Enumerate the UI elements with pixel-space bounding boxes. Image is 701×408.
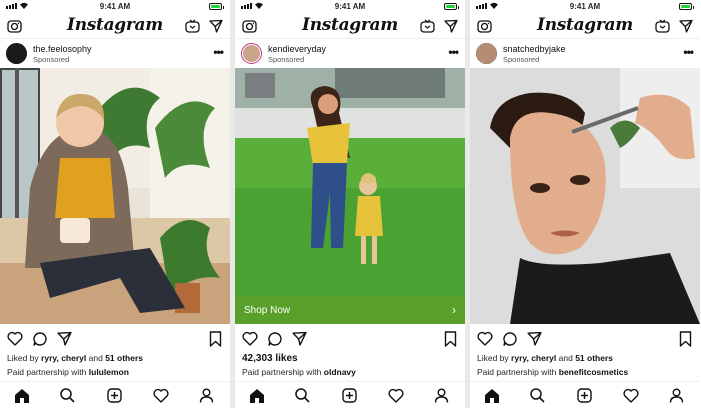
direct-message-icon[interactable] (444, 19, 458, 33)
post-photo[interactable] (0, 68, 230, 324)
status-time: 9:41 AM (569, 2, 601, 11)
phone-screen-2: 9:41 AM Instagram kendieveryday Sponsore… (235, 0, 465, 408)
shop-now-label: Shop Now (244, 305, 291, 316)
sponsored-label[interactable]: Sponsored (503, 55, 539, 64)
like-heart-icon[interactable] (242, 331, 258, 346)
post-photo[interactable] (470, 68, 700, 324)
status-time: 9:41 AM (99, 2, 131, 11)
comment-icon[interactable] (502, 331, 518, 347)
add-post-icon[interactable] (342, 388, 357, 403)
post-header: kendieveryday Sponsored ••• (235, 40, 465, 68)
bottom-tab-bar (0, 381, 230, 408)
comment-icon[interactable] (267, 331, 283, 347)
partner-name: lululemon (88, 367, 129, 377)
likes-count[interactable]: 42,303 likes (242, 353, 460, 364)
activity-heart-icon[interactable] (388, 388, 404, 403)
bookmark-icon[interactable] (209, 331, 222, 347)
profile-icon[interactable] (199, 388, 214, 403)
activity-heart-icon[interactable] (153, 388, 169, 403)
post-actions (0, 328, 230, 350)
bookmark-icon[interactable] (444, 331, 457, 347)
post-header: the.feelosophy Sponsored ••• (0, 40, 230, 68)
shop-now-button[interactable]: Shop Now › (235, 296, 465, 324)
igtv-icon[interactable] (420, 19, 435, 33)
home-icon[interactable] (484, 388, 500, 403)
like-heart-icon[interactable] (477, 331, 493, 346)
bottom-tab-bar (235, 381, 465, 408)
post-actions (235, 328, 465, 350)
status-bar: 9:41 AM (470, 0, 700, 13)
phone-screen-1: 9:41 AM Instagram the.feelosophy Sponsor… (0, 0, 230, 408)
top-navbar: Instagram (235, 13, 465, 39)
comment-icon[interactable] (32, 331, 48, 347)
partner-name: oldnavy (323, 367, 356, 377)
top-navbar: Instagram (470, 13, 700, 39)
post-header: snatchedbyjake Sponsored ••• (470, 40, 700, 68)
search-icon[interactable] (60, 388, 75, 403)
status-bar: 9:41 AM (0, 0, 230, 13)
liked-by-line[interactable]: Liked by ryry, cheryl and 51 others (477, 353, 695, 363)
post-username[interactable]: snatchedbyjake (503, 44, 566, 54)
battery-icon (209, 3, 224, 10)
igtv-icon[interactable] (185, 19, 200, 33)
partner-name: benefitcosmetics (558, 367, 629, 377)
direct-message-icon[interactable] (679, 19, 693, 33)
profile-icon[interactable] (434, 388, 449, 403)
profile-icon[interactable] (669, 388, 684, 403)
add-post-icon[interactable] (107, 388, 122, 403)
avatar[interactable] (476, 43, 497, 64)
post-photo[interactable] (235, 68, 465, 324)
top-navbar: Instagram (0, 13, 230, 39)
share-icon[interactable] (292, 331, 307, 346)
like-heart-icon[interactable] (7, 331, 23, 346)
chevron-right-icon: › (452, 303, 456, 317)
status-time: 9:41 AM (334, 2, 366, 11)
more-options-icon[interactable]: ••• (683, 46, 694, 58)
home-icon[interactable] (14, 388, 30, 403)
paid-partnership-line[interactable]: Paid partnership with benefitcosmetics (477, 367, 695, 377)
bottom-tab-bar (470, 381, 700, 408)
sponsored-label[interactable]: Sponsored (33, 55, 69, 64)
battery-icon (444, 3, 459, 10)
share-icon[interactable] (57, 331, 72, 346)
status-bar: 9:41 AM (235, 0, 465, 13)
paid-partnership-line[interactable]: Paid partnership with lululemon (7, 367, 225, 377)
battery-icon (679, 3, 694, 10)
add-post-icon[interactable] (577, 388, 592, 403)
share-icon[interactable] (527, 331, 542, 346)
post-username[interactable]: the.feelosophy (33, 44, 92, 54)
direct-message-icon[interactable] (209, 19, 223, 33)
search-icon[interactable] (295, 388, 310, 403)
search-icon[interactable] (530, 388, 545, 403)
avatar[interactable] (6, 43, 27, 64)
more-options-icon[interactable]: ••• (213, 46, 224, 58)
igtv-icon[interactable] (655, 19, 670, 33)
liked-by-line[interactable]: Liked by ryry, cheryl and 51 others (7, 353, 225, 363)
home-icon[interactable] (249, 388, 265, 403)
post-username[interactable]: kendieveryday (268, 44, 326, 54)
post-actions (470, 328, 700, 350)
phone-screen-3: 9:41 AM Instagram snatchedbyjake Sponsor… (470, 0, 700, 408)
paid-partnership-line[interactable]: Paid partnership with oldnavy (242, 367, 460, 377)
bookmark-icon[interactable] (679, 331, 692, 347)
sponsored-label[interactable]: Sponsored (268, 55, 304, 64)
activity-heart-icon[interactable] (623, 388, 639, 403)
more-options-icon[interactable]: ••• (448, 46, 459, 58)
avatar[interactable] (241, 43, 262, 64)
